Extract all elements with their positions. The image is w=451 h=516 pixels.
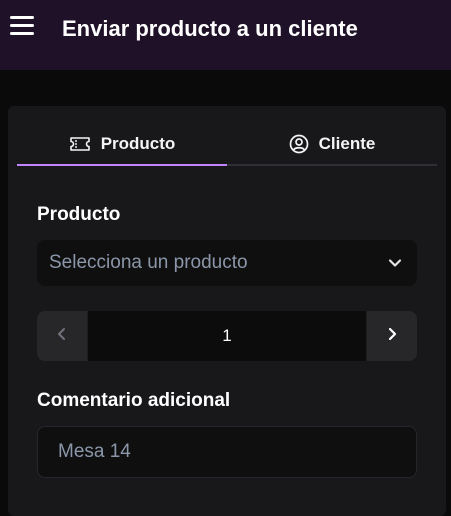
product-select[interactable]: Selecciona un producto xyxy=(37,240,417,286)
tab-bar: Producto Cliente xyxy=(17,124,437,166)
chevron-left-icon xyxy=(56,327,68,346)
user-circle-icon xyxy=(289,134,309,154)
product-select-placeholder: Selecciona un producto xyxy=(49,252,248,273)
decrement-button[interactable] xyxy=(37,311,87,361)
page-title: Enviar producto a un cliente xyxy=(62,16,358,41)
quantity-stepper: 1 xyxy=(37,311,417,361)
send-product-card: Producto Cliente Producto Selecciona un … xyxy=(8,106,446,516)
chevron-right-icon xyxy=(386,327,398,346)
tab-cliente[interactable]: Cliente xyxy=(227,124,437,164)
increment-button[interactable] xyxy=(367,311,417,361)
ticket-icon xyxy=(69,136,91,152)
comment-field-label: Comentario adicional xyxy=(37,390,231,411)
chevron-down-icon xyxy=(387,255,403,276)
tab-cliente-label: Cliente xyxy=(318,134,376,153)
tab-producto-label: Producto xyxy=(100,134,176,153)
comment-field xyxy=(37,426,417,478)
hamburger-menu-icon[interactable] xyxy=(10,16,36,36)
tab-producto[interactable]: Producto xyxy=(17,124,227,166)
product-field-label: Producto xyxy=(37,204,121,225)
comment-input[interactable] xyxy=(58,441,416,463)
app-header: Enviar producto a un cliente xyxy=(0,0,451,70)
quantity-value[interactable]: 1 xyxy=(87,311,367,361)
